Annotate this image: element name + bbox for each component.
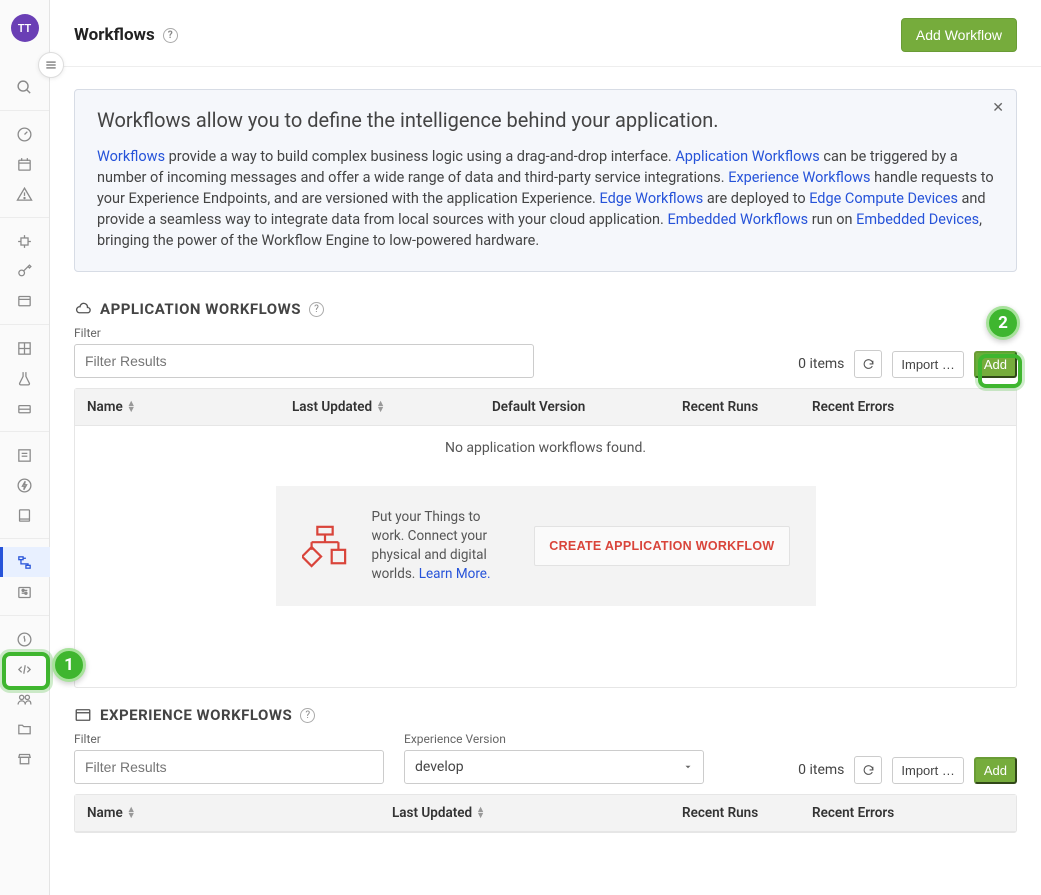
code-icon[interactable] xyxy=(0,654,50,684)
exp-import-button[interactable]: Import … xyxy=(892,757,963,784)
refresh-button[interactable] xyxy=(854,350,882,378)
sidebar-toggle-button[interactable] xyxy=(38,52,64,78)
chip-icon[interactable] xyxy=(0,226,50,256)
app-workflows-table: Name▲▼ Last Updated▲▼ Default Version Re… xyxy=(74,388,1017,688)
link-app-workflows[interactable]: Application Workflows xyxy=(675,148,819,165)
col-recent-runs: Recent Runs xyxy=(670,795,800,831)
chevron-down-icon xyxy=(683,762,693,772)
info-banner: ✕ Workflows allow you to define the inte… xyxy=(74,89,1017,272)
exp-workflows-title: EXPERIENCE WORKFLOWS xyxy=(100,706,292,724)
user-avatar[interactable]: TT xyxy=(11,14,39,42)
col-recent-errors: Recent Errors xyxy=(800,795,918,831)
page-title: Workflows ? xyxy=(74,25,178,45)
sort-icon: ▲▼ xyxy=(476,807,485,820)
col-name[interactable]: Name▲▼ xyxy=(75,795,380,831)
app-filter-input[interactable] xyxy=(74,344,534,378)
link-edge-devices[interactable]: Edge Compute Devices xyxy=(809,190,958,207)
filter-label: Filter xyxy=(74,732,384,746)
sort-icon: ▲▼ xyxy=(376,401,385,414)
link-experience-workflows[interactable]: Experience Workflows xyxy=(728,169,870,186)
callout-badge-1: 1 xyxy=(52,648,86,682)
storage-icon[interactable] xyxy=(0,393,50,423)
sort-icon: ▲▼ xyxy=(127,807,136,820)
info-title: Workflows allow you to define the intell… xyxy=(97,108,994,132)
help-icon[interactable]: ? xyxy=(300,708,315,723)
col-last-updated[interactable]: Last Updated▲▼ xyxy=(280,389,480,425)
exp-add-button[interactable]: Add xyxy=(974,757,1017,784)
bolt-icon[interactable] xyxy=(0,470,50,500)
sidebar: TT xyxy=(0,0,50,895)
cloud-icon xyxy=(74,300,92,318)
col-recent-runs: Recent Runs xyxy=(670,389,800,425)
calendar-icon[interactable] xyxy=(0,149,50,179)
close-icon[interactable]: ✕ xyxy=(992,100,1004,116)
refresh-button[interactable] xyxy=(854,756,882,784)
link-embedded-devices[interactable]: Embedded Devices xyxy=(856,211,979,228)
topbar: Workflows ? Add Workflow xyxy=(50,0,1041,67)
create-app-workflow-button[interactable]: CREATE APPLICATION WORKFLOW xyxy=(534,526,789,566)
store-icon[interactable] xyxy=(0,744,50,774)
page-title-text: Workflows xyxy=(74,25,155,45)
sort-icon: ▲▼ xyxy=(127,401,136,414)
col-name[interactable]: Name▲▼ xyxy=(75,389,280,425)
sliders-icon[interactable] xyxy=(0,577,50,607)
callout-badge-2: 2 xyxy=(986,306,1020,340)
window-icon[interactable] xyxy=(0,286,50,316)
help-icon[interactable]: ? xyxy=(163,28,178,43)
exp-filter-input[interactable] xyxy=(74,750,384,784)
app-workflows-title: APPLICATION WORKFLOWS xyxy=(100,300,301,318)
grid-icon[interactable] xyxy=(0,333,50,363)
exp-workflows-header: EXPERIENCE WORKFLOWS ? xyxy=(74,706,1017,724)
col-recent-errors: Recent Errors xyxy=(800,389,918,425)
exp-workflows-table: Name▲▼ Last Updated▲▼ Recent Runs Recent… xyxy=(74,794,1017,833)
workflow-icon xyxy=(302,523,348,569)
learn-more-link[interactable]: Learn More. xyxy=(419,566,491,582)
browser-icon xyxy=(74,706,92,724)
search-icon[interactable] xyxy=(0,72,50,102)
workflows-nav-icon[interactable] xyxy=(0,547,50,577)
link-workflows[interactable]: Workflows xyxy=(97,148,165,165)
link-embedded-workflows[interactable]: Embedded Workflows xyxy=(667,211,808,228)
link-edge-workflows[interactable]: Edge Workflows xyxy=(599,190,703,207)
version-label: Experience Version xyxy=(404,732,704,746)
app-import-button[interactable]: Import … xyxy=(892,351,963,378)
empty-state-text: No application workflows found. xyxy=(75,426,1016,470)
users-icon[interactable] xyxy=(0,684,50,714)
cta-text: Put your Things to work. Connect your ph… xyxy=(372,508,511,584)
experience-version-select[interactable]: develop xyxy=(404,750,704,784)
exp-items-count: 0 items xyxy=(798,762,844,778)
cta-box: Put your Things to work. Connect your ph… xyxy=(276,486,816,606)
alert-icon[interactable] xyxy=(0,179,50,209)
flask-icon[interactable] xyxy=(0,363,50,393)
folder-icon[interactable] xyxy=(0,714,50,744)
flame-icon[interactable] xyxy=(0,624,50,654)
list-icon[interactable] xyxy=(0,440,50,470)
app-add-button[interactable]: Add xyxy=(974,351,1017,378)
app-items-count: 0 items xyxy=(798,356,844,372)
add-workflow-button[interactable]: Add Workflow xyxy=(901,18,1017,52)
gauge-icon[interactable] xyxy=(0,119,50,149)
app-workflows-header: APPLICATION WORKFLOWS ? xyxy=(74,300,1017,318)
key-icon[interactable] xyxy=(0,256,50,286)
info-body: Workflows provide a way to build complex… xyxy=(97,146,994,251)
main-content: Workflows ? Add Workflow ✕ Workflows all… xyxy=(50,0,1041,895)
help-icon[interactable]: ? xyxy=(309,302,324,317)
col-default-version: Default Version xyxy=(480,389,670,425)
book-icon[interactable] xyxy=(0,500,50,530)
col-last-updated[interactable]: Last Updated▲▼ xyxy=(380,795,670,831)
filter-label: Filter xyxy=(74,326,534,340)
